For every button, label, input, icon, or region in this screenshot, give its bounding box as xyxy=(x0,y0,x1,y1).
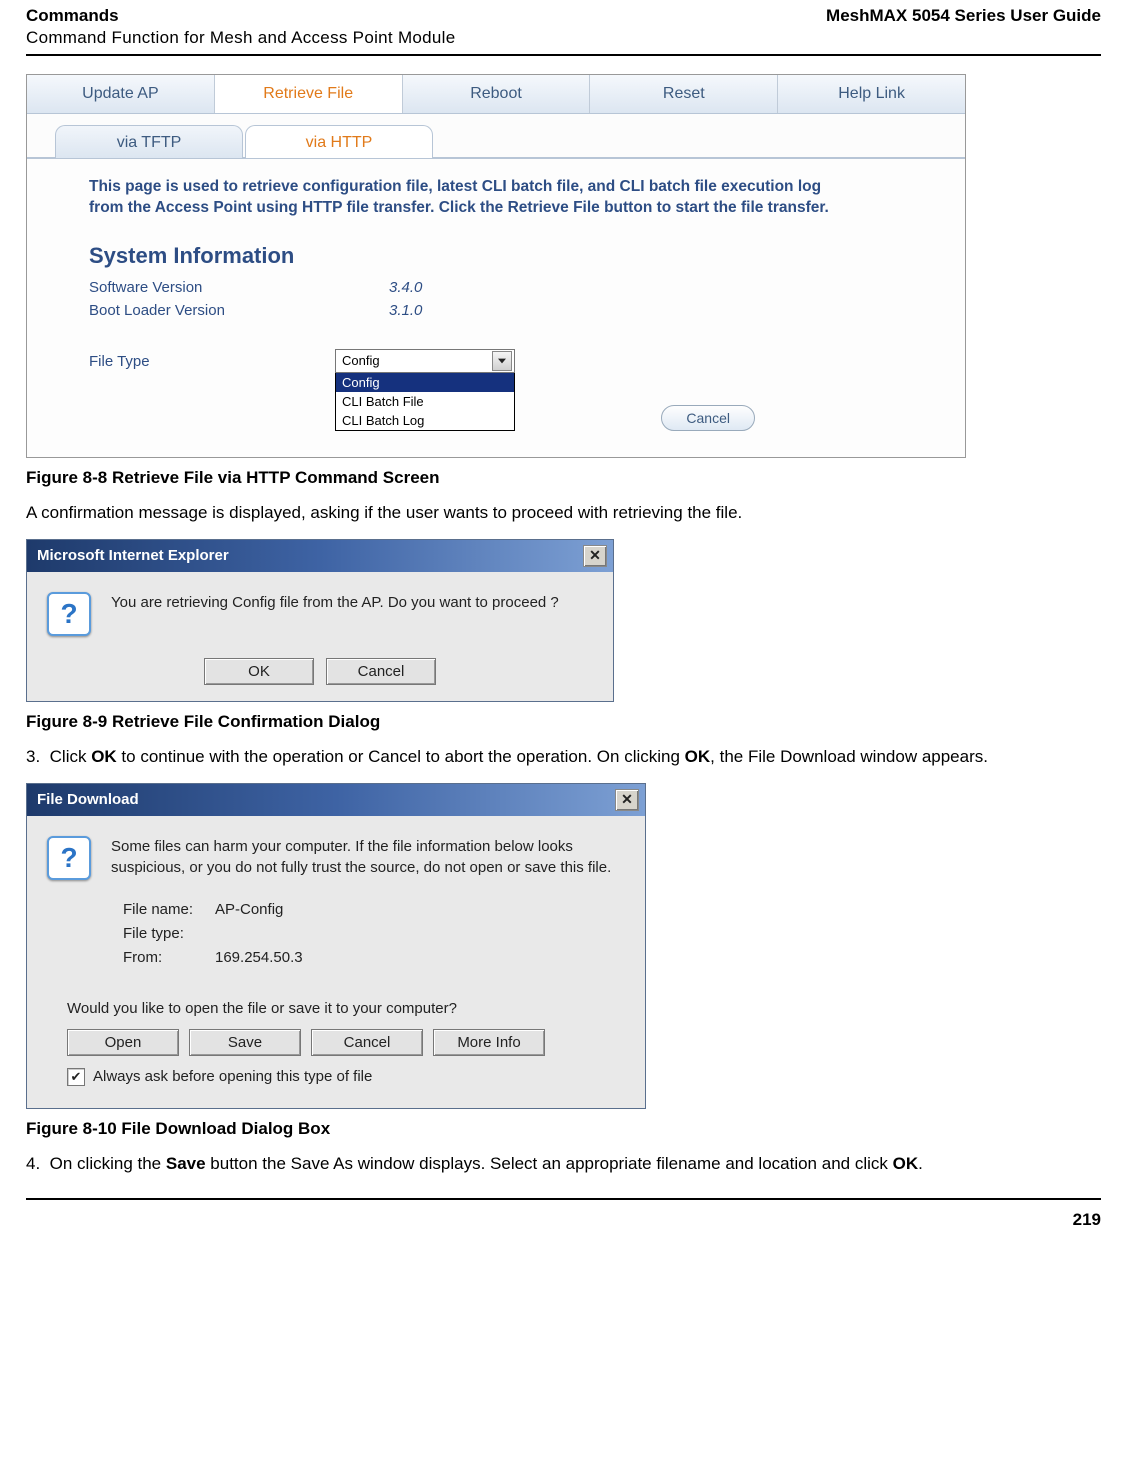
file-type-label: File type: xyxy=(123,922,215,946)
software-version-label: Software Version xyxy=(89,279,389,296)
tab-retrieve-file[interactable]: Retrieve File xyxy=(215,75,403,113)
page-number: 219 xyxy=(26,1210,1101,1230)
boot-loader-value: 3.1.0 xyxy=(389,302,422,319)
confirmation-intro-text: A confirmation message is displayed, ask… xyxy=(26,502,1101,525)
ap-top-tabs: Update AP Retrieve File Reboot Reset Hel… xyxy=(27,75,965,114)
file-name-label: File name: xyxy=(123,898,215,922)
close-icon[interactable]: ✕ xyxy=(583,545,607,567)
subtab-via-tftp[interactable]: via TFTP xyxy=(55,125,243,158)
file-info: File name:AP-Config File type: From:169.… xyxy=(123,898,625,970)
close-icon[interactable]: ✕ xyxy=(615,789,639,811)
chevron-down-icon[interactable] xyxy=(492,351,512,371)
file-type-combobox[interactable]: Config Config CLI Batch File CLI Batch L… xyxy=(335,349,515,431)
header-subtitle: Command Function for Mesh and Access Poi… xyxy=(26,28,1101,48)
file-type-option-cli-batch-file[interactable]: CLI Batch File xyxy=(336,392,514,411)
from-label: From: xyxy=(123,946,215,970)
header-title: Commands xyxy=(26,6,119,26)
dialog-title: Microsoft Internet Explorer xyxy=(37,547,229,564)
ok-button[interactable]: OK xyxy=(204,658,314,685)
step-4-text: 4. On clicking the Save button the Save … xyxy=(26,1153,1101,1176)
ie-confirmation-dialog: Microsoft Internet Explorer ✕ ? You are … xyxy=(26,539,614,702)
ap-description: This page is used to retrieve configurat… xyxy=(89,177,849,219)
figure-8-8-caption: Figure 8-8 Retrieve File via HTTP Comman… xyxy=(26,468,1101,488)
dialog-warning: Some files can harm your computer. If th… xyxy=(111,836,625,878)
question-icon: ? xyxy=(47,592,91,636)
tab-help-link[interactable]: Help Link xyxy=(778,75,965,113)
header-rule xyxy=(26,54,1101,56)
file-name-value: AP-Config xyxy=(215,901,283,918)
ap-sub-tabs: via TFTP via HTTP xyxy=(27,114,965,159)
dialog-message: You are retrieving Config file from the … xyxy=(111,592,559,613)
tab-update-ap[interactable]: Update AP xyxy=(27,75,215,113)
file-type-label: File Type xyxy=(89,349,279,370)
header-guide: MeshMAX 5054 Series User Guide xyxy=(826,6,1101,26)
tab-reboot[interactable]: Reboot xyxy=(403,75,591,113)
cancel-button[interactable]: Cancel xyxy=(661,405,755,431)
cancel-button[interactable]: Cancel xyxy=(311,1029,423,1056)
more-info-button[interactable]: More Info xyxy=(433,1029,545,1056)
figure-8-10-caption: Figure 8-10 File Download Dialog Box xyxy=(26,1119,1101,1139)
file-type-option-cli-batch-log[interactable]: CLI Batch Log xyxy=(336,411,514,430)
from-value: 169.254.50.3 xyxy=(215,949,303,966)
figure-8-9-caption: Figure 8-9 Retrieve File Confirmation Di… xyxy=(26,712,1101,732)
file-type-options: Config CLI Batch File CLI Batch Log xyxy=(335,373,515,431)
footer-rule xyxy=(26,1198,1101,1200)
question-icon: ? xyxy=(47,836,91,880)
dialog-title: File Download xyxy=(37,791,139,808)
open-save-question: Would you like to open the file or save … xyxy=(67,1000,625,1017)
step-3-text: 3. Click OK to continue with the operati… xyxy=(26,746,1101,769)
always-ask-label: Always ask before opening this type of f… xyxy=(93,1068,372,1085)
subtab-via-http[interactable]: via HTTP xyxy=(245,125,433,158)
boot-loader-label: Boot Loader Version xyxy=(89,302,389,319)
always-ask-checkbox[interactable]: ✔ xyxy=(67,1068,85,1086)
save-button[interactable]: Save xyxy=(189,1029,301,1056)
file-type-selected: Config xyxy=(342,353,380,368)
tab-reset[interactable]: Reset xyxy=(590,75,778,113)
ap-section-title: System Information xyxy=(89,243,935,269)
cancel-button[interactable]: Cancel xyxy=(326,658,436,685)
open-button[interactable]: Open xyxy=(67,1029,179,1056)
ap-retrieve-file-screenshot: Update AP Retrieve File Reboot Reset Hel… xyxy=(26,74,966,458)
file-type-option-config[interactable]: Config xyxy=(336,373,514,392)
file-download-dialog: File Download ✕ ? Some files can harm yo… xyxy=(26,783,646,1109)
software-version-value: 3.4.0 xyxy=(389,279,422,296)
